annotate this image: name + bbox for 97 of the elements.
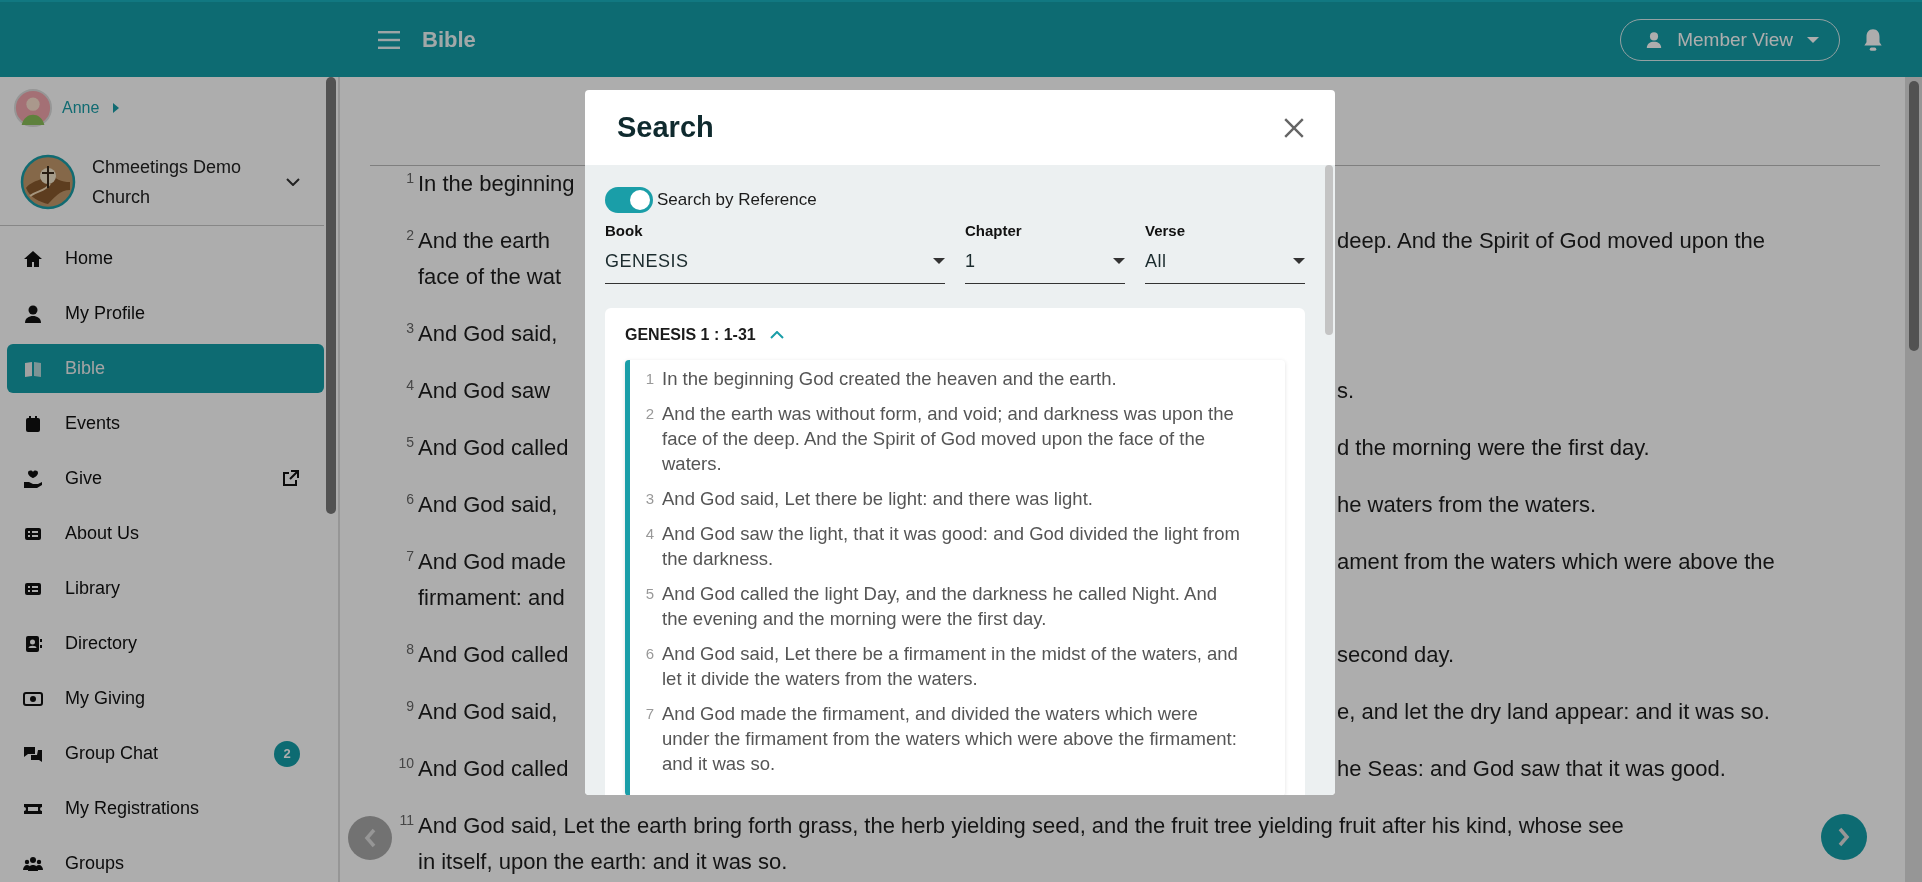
- church-name: Chmeetings Demo Church: [92, 156, 243, 209]
- scrollbar-thumb[interactable]: [1908, 81, 1919, 351]
- field-label: Book: [605, 222, 644, 239]
- sidebar-item[interactable]: Group Chat 2: [7, 729, 324, 778]
- verse-text: he waters from the waters.: [1337, 491, 1598, 519]
- verse-number: 2: [405, 226, 414, 245]
- sidebar-item[interactable]: About Us: [7, 509, 324, 558]
- verse-text: deep. And the Spirit of God moved upon the: [1337, 227, 1767, 255]
- verse-text: And God made: [418, 548, 567, 576]
- verse-text: And God said,: [418, 320, 559, 348]
- select-field[interactable]: GENESIS: [605, 239, 945, 284]
- verse-number: 8: [405, 640, 414, 659]
- verse-text: And God called: [418, 641, 570, 669]
- verse-text: And the earth: [418, 227, 552, 255]
- verse-text: And God called: [418, 755, 570, 783]
- verse-text: And God said, Let there be light: and there was light.: [662, 487, 1093, 511]
- verse-text: In the beginning God created the heaven and the earth.: [662, 367, 1117, 391]
- verse-text: d the morning were the first day.: [1337, 434, 1651, 462]
- next-chapter-button[interactable]: [1821, 814, 1867, 860]
- verse-text: in itself, upon the earth: and it was so.: [418, 849, 788, 874]
- verse-number: 1: [405, 169, 414, 188]
- menu-icon[interactable]: [378, 30, 400, 49]
- caret-icon[interactable]: [113, 103, 120, 113]
- avatar-icon: [14, 89, 52, 127]
- verse-text: In the beginning: [418, 170, 576, 198]
- previous-chapter-button[interactable]: [348, 816, 392, 860]
- verse-number: 2: [644, 404, 654, 424]
- verse-text: s.: [1337, 377, 1356, 405]
- verse-text: And God said,: [418, 698, 559, 726]
- verse-text: face of the wat: [418, 263, 563, 291]
- scrollbar-thumb[interactable]: [1325, 165, 1333, 335]
- sidebar-item[interactable]: Events: [7, 399, 324, 448]
- church-logo-icon: [20, 154, 76, 210]
- chevron-left-icon: [364, 828, 376, 848]
- sidebar-item[interactable]: Home: [7, 234, 324, 283]
- verse-text: firmament: and: [418, 584, 566, 612]
- verse-number: 9: [405, 697, 414, 716]
- scrollbar-thumb[interactable]: [326, 77, 336, 514]
- verse-text: he Seas: and God saw that it was good.: [1337, 755, 1727, 783]
- chevron-up-icon[interactable]: [769, 331, 784, 339]
- verse-text: And God saw the light, that it was good: and God divided the light from the darkness.: [662, 522, 1241, 571]
- close-icon[interactable]: [1283, 116, 1305, 139]
- sidebar-item[interactable]: My Profile: [7, 289, 324, 338]
- dialog-title: Search: [617, 111, 714, 144]
- chevron-down-icon[interactable]: [286, 178, 300, 186]
- verse-number: 3: [644, 489, 654, 509]
- verse-text: And God called: [418, 434, 570, 462]
- toggle-label: Search by Reference: [657, 190, 817, 210]
- calendar-icon: [23, 413, 43, 434]
- sidebar-item[interactable]: Groups: [7, 839, 324, 882]
- sidebar-item[interactable]: Directory: [7, 619, 324, 668]
- contact-card-icon: [23, 633, 43, 654]
- verse-number: 3: [405, 319, 414, 338]
- person-icon: [23, 303, 43, 324]
- verse-number: 4: [644, 524, 654, 544]
- verse-text: And God made the firmament, and divided the waters which were under the firmament from the waters which were above the firmament: and it was so.: [662, 702, 1238, 776]
- sidebar-item[interactable]: Library: [7, 564, 324, 613]
- sidebar-item[interactable]: My Registrations: [7, 784, 324, 833]
- field-label: Verse: [1145, 222, 1187, 239]
- sidebar-item[interactable]: Give: [7, 454, 324, 503]
- hand-heart-icon: [23, 468, 43, 489]
- verse-number: 11: [398, 811, 414, 830]
- external-link-icon[interactable]: [280, 468, 300, 489]
- toggle-switch[interactable]: [605, 187, 653, 213]
- verse-number: 5: [405, 433, 414, 452]
- page-title: Bible: [422, 26, 476, 53]
- verse-number: 7: [644, 704, 654, 724]
- verse-text: And God said, Let the earth bring forth grass, the herb yielding seed, and the fruit tree yielding fruit after his kind, whose see: [418, 813, 1624, 838]
- verse-text: And God said, Let there be a firmament in the midst of the waters, and let it divide the waters from the waters.: [662, 642, 1239, 691]
- home-icon: [23, 248, 43, 269]
- verse-number: 7: [405, 547, 414, 566]
- verse-number: 4: [405, 376, 414, 395]
- select-field[interactable]: All: [1145, 239, 1305, 284]
- field-label: Chapter: [965, 222, 1023, 239]
- verse-text: And God saw: [418, 377, 552, 405]
- person-icon: [1645, 30, 1664, 49]
- sidebar-item[interactable]: My Giving: [7, 674, 324, 723]
- verse-text: e, and let the dry land appear: and it was so.: [1337, 698, 1771, 726]
- verse-text: second day.: [1337, 641, 1455, 669]
- verse-text: And the earth was without form, and void; and darkness was upon the face of the deep. And the Spirit of God moved upon the face of the waters.: [662, 402, 1235, 476]
- verse-text: And God said,: [418, 491, 559, 519]
- verse-text: ament from the waters which were above the: [1337, 548, 1776, 576]
- verse-text: And God called the light Day, and the darkness he called Night. And the evening and the morning were the first day.: [662, 582, 1218, 631]
- dropdown-arrow-icon: [1113, 258, 1125, 264]
- result-heading: GENESIS 1 : 1-31: [625, 326, 756, 344]
- verse-number: 5: [644, 584, 654, 604]
- bell-icon[interactable]: [1862, 26, 1884, 53]
- verse-number: 1: [644, 369, 654, 389]
- select-field[interactable]: 1: [965, 239, 1125, 284]
- verse-number: 6: [644, 644, 654, 664]
- chevron-right-icon: [1838, 827, 1850, 847]
- unread-count: 2: [274, 740, 300, 767]
- verse-number: 10: [397, 754, 414, 773]
- verse-number: 6: [405, 490, 414, 509]
- dropdown-arrow-icon: [1293, 258, 1305, 264]
- caret-icon: [1807, 36, 1819, 43]
- dropdown-arrow-icon: [933, 258, 945, 264]
